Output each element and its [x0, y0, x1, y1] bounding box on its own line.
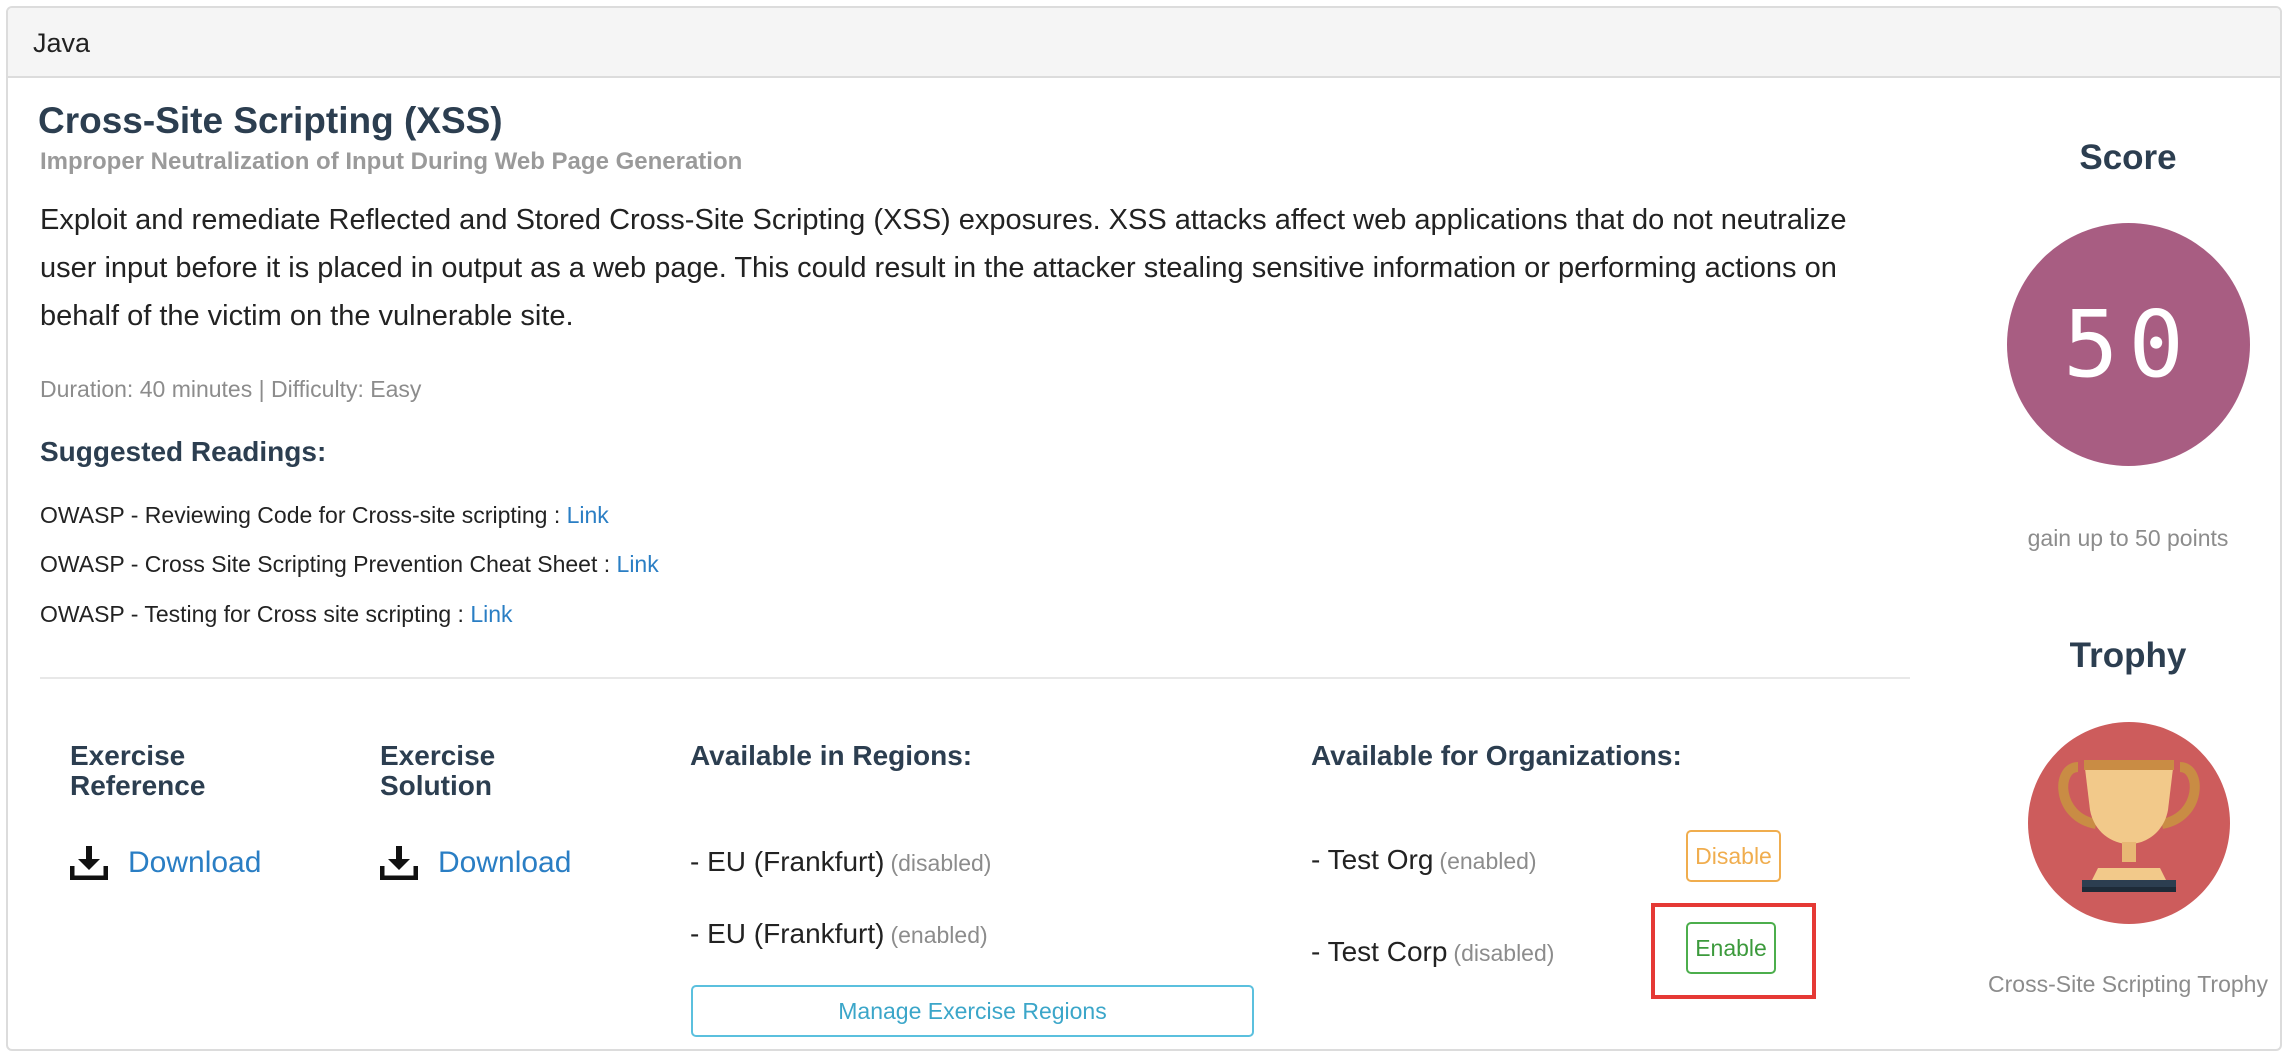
exercise-meta: Duration: 40 minutes | Difficulty: Easy — [40, 376, 422, 402]
score-gain-text: gain up to 50 points — [2027, 525, 2229, 551]
region-item: - EU (Frankfurt) (enabled) — [690, 918, 988, 949]
regions-title: Available in Regions: — [690, 740, 973, 771]
section-divider — [40, 677, 1910, 679]
reading-link[interactable]: Link — [617, 551, 659, 577]
region-status: (enabled) — [890, 922, 988, 948]
organizations-title: Available for Organizations: — [1311, 740, 1682, 771]
manage-exercise-regions-button[interactable]: Manage Exercise Regions — [691, 985, 1254, 1037]
disable-organization-button[interactable]: Disable — [1686, 830, 1781, 882]
reading-link[interactable]: Link — [567, 502, 609, 528]
trophy-name: Cross-Site Scripting Trophy — [1988, 971, 2268, 997]
trophy-title: Trophy — [2069, 636, 2187, 675]
exercise-panel: Java Cross-Site Scripting (XSS) Improper… — [6, 6, 2282, 1051]
reading-label: OWASP - Testing for Cross site scripting… — [40, 601, 471, 627]
trophy-badge — [2028, 722, 2230, 924]
enable-organization-button[interactable]: Enable — [1686, 922, 1776, 974]
exercise-solution-title: Exercise Solution — [380, 740, 496, 801]
score-circle: 50 — [2007, 223, 2250, 466]
download-icon — [380, 846, 418, 880]
suggested-readings-title: Suggested Readings: — [40, 436, 327, 467]
organization-status: (disabled) — [1453, 940, 1555, 966]
reading-link[interactable]: Link — [470, 601, 512, 627]
exercise-description: Exploit and remediate Reflected and Stor… — [40, 204, 1847, 332]
reading-label: OWASP - Reviewing Code for Cross-site sc… — [40, 502, 567, 528]
panel-heading-language: Java — [8, 8, 2280, 78]
reference-download-link[interactable]: Download — [70, 846, 261, 880]
organization-item: - Test Org (enabled) — [1311, 844, 1537, 875]
exercise-title: Cross-Site Scripting (XSS) — [38, 100, 503, 141]
reading-item: OWASP - Cross Site Scripting Prevention … — [40, 551, 659, 578]
reading-label: OWASP - Cross Site Scripting Prevention … — [40, 551, 617, 577]
download-icon — [70, 846, 108, 880]
solution-download-link[interactable]: Download — [380, 846, 571, 880]
exercise-subtitle: Improper Neutralization of Input During … — [40, 148, 743, 175]
region-item: - EU (Frankfurt) (disabled) — [690, 846, 992, 877]
region-status: (disabled) — [890, 850, 992, 876]
reading-item: OWASP - Reviewing Code for Cross-site sc… — [40, 502, 609, 529]
reading-item: OWASP - Testing for Cross site scripting… — [40, 601, 513, 628]
organization-status: (enabled) — [1439, 848, 1537, 874]
score-title: Score — [2079, 138, 2177, 177]
exercise-reference-title: Exercise Reference — [70, 740, 206, 801]
trophy-icon — [2058, 760, 2200, 892]
organization-item: - Test Corp (disabled) — [1311, 936, 1555, 967]
